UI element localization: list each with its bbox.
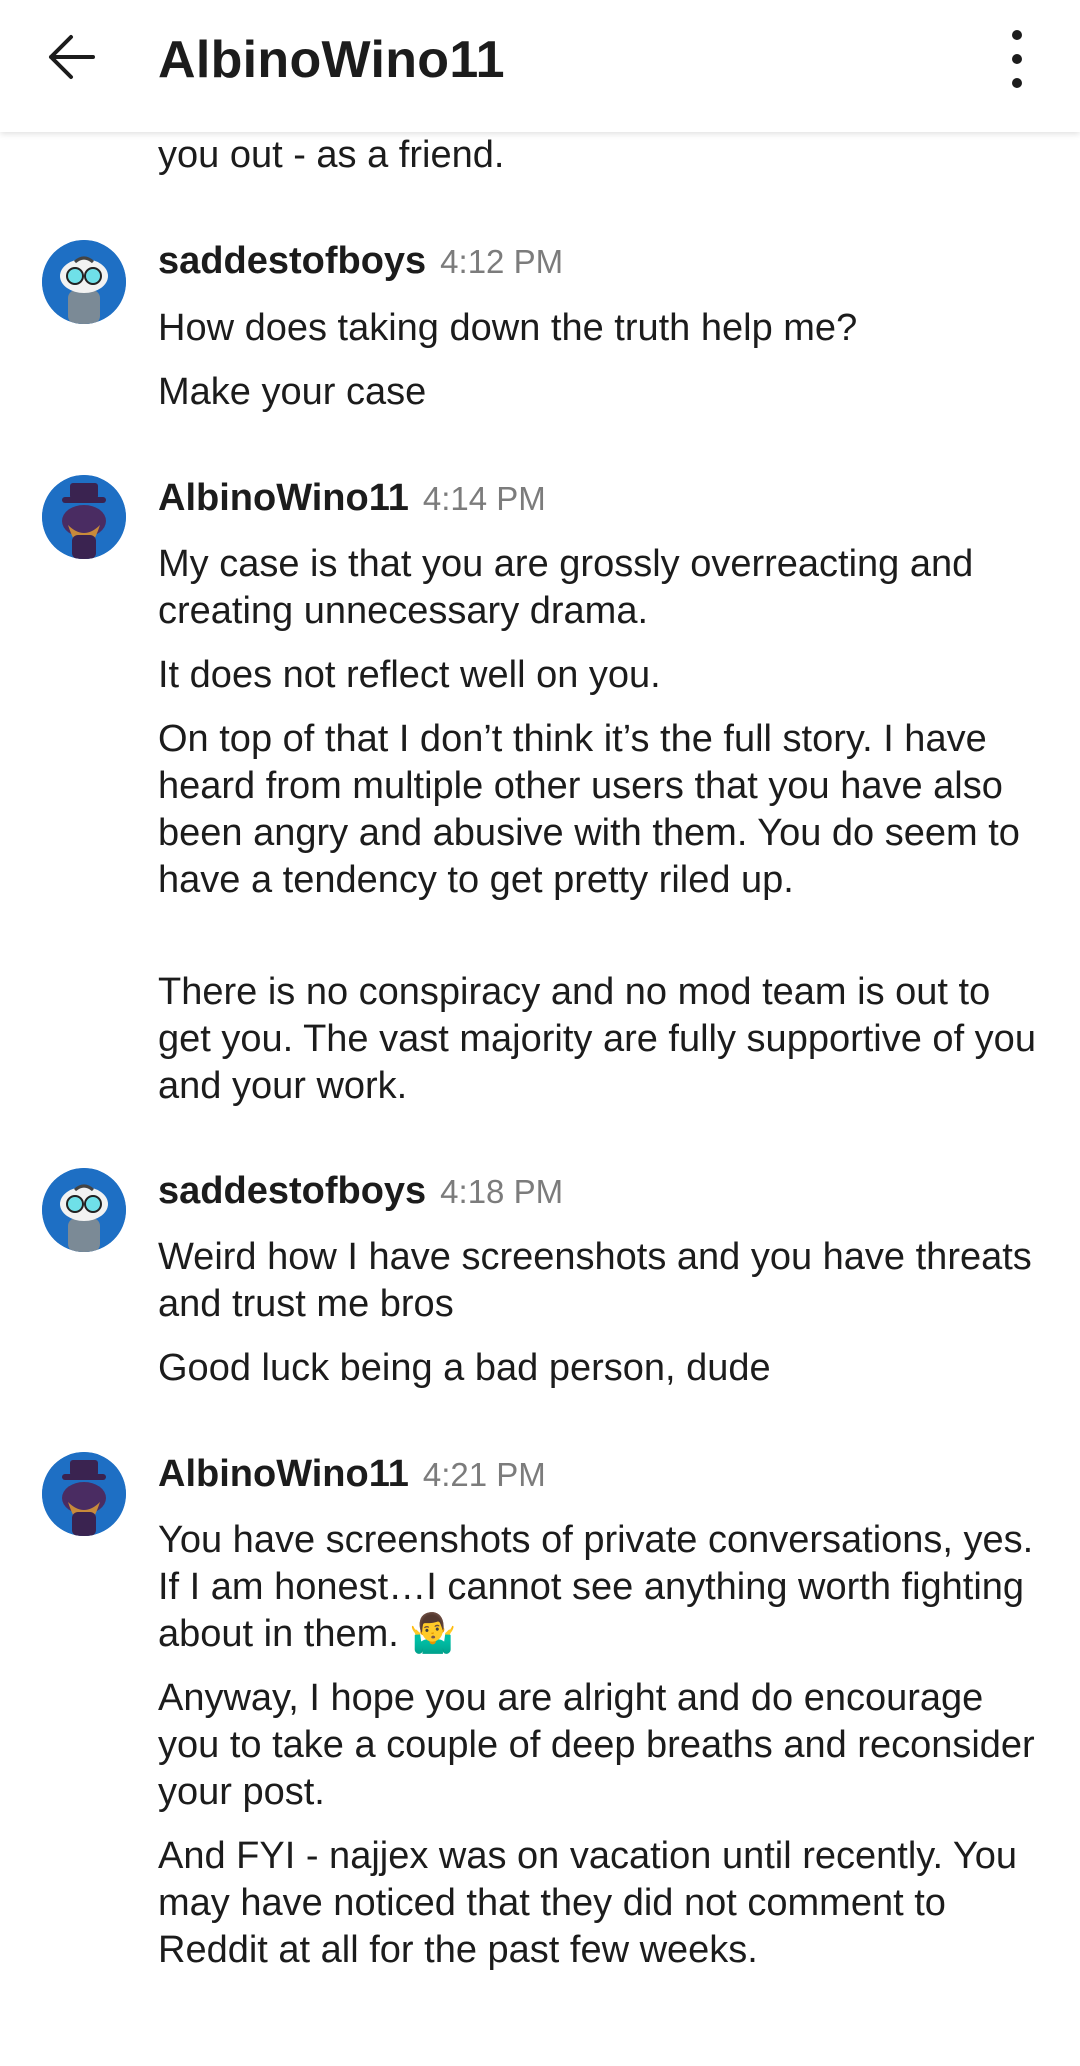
user-avatar[interactable] bbox=[42, 1452, 126, 1536]
message-text: My case is that you are grossly overreac… bbox=[158, 543, 974, 632]
message-text: There is no conspiracy and no mod team i… bbox=[158, 971, 1036, 1107]
user-avatar[interactable] bbox=[42, 475, 126, 559]
message-meta: AlbinoWino11 4:14 PM bbox=[158, 477, 546, 520]
message-meta: saddestofboys 4:12 PM bbox=[158, 240, 563, 283]
more-vertical-icon-dot bbox=[1012, 54, 1022, 64]
user-avatar[interactable] bbox=[42, 1168, 126, 1252]
message-text: And FYI - najjex was on vacation until r… bbox=[158, 1835, 1018, 1971]
more-options-button[interactable] bbox=[990, 30, 1044, 88]
snoo-tophat-avatar bbox=[42, 1452, 126, 1536]
more-vertical-icon bbox=[1012, 30, 1022, 40]
arrow-left-icon bbox=[49, 35, 95, 79]
message-text: Make your case bbox=[158, 371, 427, 413]
timestamp: 4:21 PM bbox=[422, 1456, 546, 1493]
snoo-glasses-avatar bbox=[42, 1168, 126, 1252]
conversation-title: AlbinoWino11 bbox=[158, 31, 505, 89]
timestamp: 4:12 PM bbox=[440, 243, 564, 280]
username[interactable]: saddestofboys bbox=[158, 240, 426, 283]
message-text: Weird how I have screenshots and you hav… bbox=[158, 1236, 1032, 1325]
timestamp: 4:14 PM bbox=[422, 480, 546, 517]
snoo-glasses-avatar bbox=[42, 240, 126, 324]
username[interactable]: AlbinoWino11 bbox=[158, 1453, 409, 1496]
back-button[interactable] bbox=[36, 22, 106, 92]
top-app-bar: AlbinoWino11 bbox=[0, 0, 1080, 132]
username[interactable]: AlbinoWino11 bbox=[158, 477, 409, 520]
more-vertical-icon-dot bbox=[1012, 78, 1022, 88]
message-meta: saddestofboys 4:18 PM bbox=[158, 1170, 563, 1213]
message-meta: AlbinoWino11 4:21 PM bbox=[158, 1453, 546, 1496]
message-text: It does not reflect well on you. bbox=[158, 654, 661, 696]
message-text: Good luck being a bad person, dude bbox=[158, 1347, 771, 1389]
username[interactable]: saddestofboys bbox=[158, 1170, 426, 1213]
snoo-tophat-avatar bbox=[42, 475, 126, 559]
user-avatar[interactable] bbox=[42, 240, 126, 324]
message-text: On top of that I don’t think it’s the fu… bbox=[158, 718, 1020, 901]
message-text: you out - as a friend. bbox=[158, 134, 505, 176]
timestamp: 4:18 PM bbox=[440, 1173, 564, 1210]
message-text: How does taking down the truth help me? bbox=[158, 307, 858, 349]
message-text: You have screenshots of private conversa… bbox=[158, 1519, 1034, 1655]
message-text: Anyway, I hope you are alright and do en… bbox=[158, 1677, 1035, 1813]
